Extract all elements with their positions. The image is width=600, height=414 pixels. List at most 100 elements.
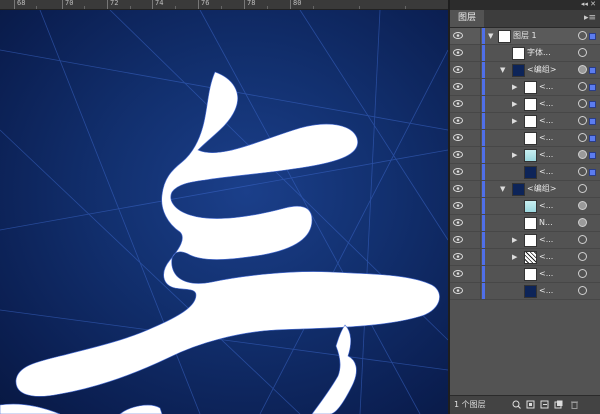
layer-row[interactable]: <... bbox=[450, 198, 600, 215]
layer-row[interactable]: ▶ <... bbox=[450, 249, 600, 266]
target-circle-icon[interactable] bbox=[578, 252, 587, 261]
selection-square-icon[interactable] bbox=[589, 33, 596, 40]
layer-row[interactable]: N... bbox=[450, 215, 600, 232]
layer-row-top[interactable]: ▼ 图层 1 bbox=[450, 28, 600, 45]
new-layer-icon[interactable] bbox=[554, 400, 563, 409]
target-circle-icon[interactable] bbox=[578, 82, 587, 91]
expand-triangle-icon[interactable]: ▶ bbox=[512, 100, 517, 108]
layers-panel-footer: 1 个图层 bbox=[450, 395, 600, 414]
create-sublayer-icon[interactable] bbox=[540, 400, 549, 409]
expand-triangle-icon[interactable]: ▶ bbox=[512, 117, 517, 125]
selection-square-icon[interactable] bbox=[589, 135, 596, 142]
target-circle-icon[interactable] bbox=[578, 31, 587, 40]
target-circle-icon[interactable] bbox=[578, 218, 587, 227]
lock-toggle[interactable] bbox=[468, 164, 481, 180]
lock-toggle[interactable] bbox=[468, 113, 481, 129]
expand-triangle-icon[interactable]: ▶ bbox=[512, 83, 517, 91]
layer-row[interactable]: ▶ <... bbox=[450, 79, 600, 96]
visibility-eye-icon[interactable] bbox=[453, 168, 463, 175]
selection-square-icon[interactable] bbox=[589, 67, 596, 74]
target-circle-icon[interactable] bbox=[578, 133, 587, 142]
target-circle-icon[interactable] bbox=[578, 184, 587, 193]
lock-toggle[interactable] bbox=[468, 96, 481, 112]
target-circle-icon[interactable] bbox=[578, 116, 587, 125]
collapse-triangle-icon[interactable]: ▼ bbox=[488, 32, 493, 40]
target-circle-icon[interactable] bbox=[578, 150, 587, 159]
target-circle-icon[interactable] bbox=[578, 286, 587, 295]
layer-row[interactable]: <... bbox=[450, 164, 600, 181]
visibility-eye-icon[interactable] bbox=[453, 32, 463, 39]
selection-square-icon[interactable] bbox=[589, 169, 596, 176]
layer-row[interactable]: <... bbox=[450, 130, 600, 147]
visibility-eye-icon[interactable] bbox=[453, 66, 463, 73]
expand-triangle-icon[interactable]: ▶ bbox=[512, 253, 517, 261]
expand-triangle-icon[interactable]: ▶ bbox=[512, 151, 517, 159]
target-circle-icon[interactable] bbox=[578, 65, 587, 74]
target-circle-icon[interactable] bbox=[578, 48, 587, 57]
ruler-label: 80 bbox=[293, 0, 302, 7]
collapse-panel-icon[interactable]: ◂◂ ✕ bbox=[581, 0, 596, 8]
layer-row[interactable]: ▼ <编组> bbox=[450, 181, 600, 198]
make-clipping-mask-icon[interactable] bbox=[526, 400, 535, 409]
lock-toggle[interactable] bbox=[468, 28, 481, 44]
ruler-label: 78 bbox=[247, 0, 256, 7]
lock-toggle[interactable] bbox=[468, 232, 481, 248]
lock-toggle[interactable] bbox=[468, 215, 481, 231]
target-circle-icon[interactable] bbox=[578, 99, 587, 108]
selection-square-icon[interactable] bbox=[589, 152, 596, 159]
visibility-eye-icon[interactable] bbox=[453, 270, 463, 277]
visibility-eye-icon[interactable] bbox=[453, 134, 463, 141]
selection-square-icon[interactable] bbox=[589, 84, 596, 91]
layer-row[interactable]: ▼ <编组> bbox=[450, 62, 600, 79]
selection-square-icon[interactable] bbox=[589, 118, 596, 125]
layer-row[interactable]: <... bbox=[450, 283, 600, 300]
layer-row[interactable]: <... bbox=[450, 266, 600, 283]
visibility-eye-icon[interactable] bbox=[453, 49, 463, 56]
layer-row[interactable]: 字体... bbox=[450, 45, 600, 62]
visibility-eye-icon[interactable] bbox=[453, 236, 463, 243]
layer-row[interactable]: ▶ <... bbox=[450, 96, 600, 113]
selection-square-icon[interactable] bbox=[589, 101, 596, 108]
lock-toggle[interactable] bbox=[468, 283, 481, 299]
layer-name: <... bbox=[539, 286, 554, 295]
visibility-eye-icon[interactable] bbox=[453, 185, 463, 192]
ruler-minor-tick bbox=[84, 6, 85, 9]
visibility-eye-icon[interactable] bbox=[453, 151, 463, 158]
collapse-triangle-icon[interactable]: ▼ bbox=[500, 66, 505, 74]
visibility-eye-icon[interactable] bbox=[453, 202, 463, 209]
target-circle-icon[interactable] bbox=[578, 201, 587, 210]
lock-toggle[interactable] bbox=[468, 62, 481, 78]
target-circle-icon[interactable] bbox=[578, 167, 587, 176]
layer-row[interactable]: ▶ <... bbox=[450, 147, 600, 164]
expand-triangle-icon[interactable]: ▶ bbox=[512, 236, 517, 244]
trash-icon[interactable] bbox=[570, 400, 579, 409]
panel-menu-icon[interactable]: ▸≡ bbox=[584, 13, 596, 23]
lock-toggle[interactable] bbox=[468, 130, 481, 146]
lock-toggle[interactable] bbox=[468, 249, 481, 265]
visibility-eye-icon[interactable] bbox=[453, 253, 463, 260]
visibility-eye-icon[interactable] bbox=[453, 117, 463, 124]
lock-toggle[interactable] bbox=[468, 181, 481, 197]
layer-name: N... bbox=[539, 218, 553, 227]
layer-thumbnail bbox=[524, 149, 537, 162]
locate-object-icon[interactable] bbox=[512, 400, 521, 409]
lock-toggle[interactable] bbox=[468, 266, 481, 282]
layer-thumbnail bbox=[512, 64, 525, 77]
visibility-eye-icon[interactable] bbox=[453, 100, 463, 107]
lock-toggle[interactable] bbox=[468, 147, 481, 163]
visibility-eye-icon[interactable] bbox=[453, 219, 463, 226]
layer-row[interactable]: ▶ <... bbox=[450, 232, 600, 249]
layer-thumbnail bbox=[524, 81, 537, 94]
tab-layers[interactable]: 图层 bbox=[450, 10, 484, 27]
lock-toggle[interactable] bbox=[468, 79, 481, 95]
target-circle-icon[interactable] bbox=[578, 269, 587, 278]
target-circle-icon[interactable] bbox=[578, 235, 587, 244]
layer-row[interactable]: ▶ <... bbox=[450, 113, 600, 130]
artboard-canvas[interactable] bbox=[0, 10, 448, 414]
layer-thumbnail bbox=[524, 234, 537, 247]
lock-toggle[interactable] bbox=[468, 45, 481, 61]
collapse-triangle-icon[interactable]: ▼ bbox=[500, 185, 505, 193]
visibility-eye-icon[interactable] bbox=[453, 287, 463, 294]
visibility-eye-icon[interactable] bbox=[453, 83, 463, 90]
lock-toggle[interactable] bbox=[468, 198, 481, 214]
